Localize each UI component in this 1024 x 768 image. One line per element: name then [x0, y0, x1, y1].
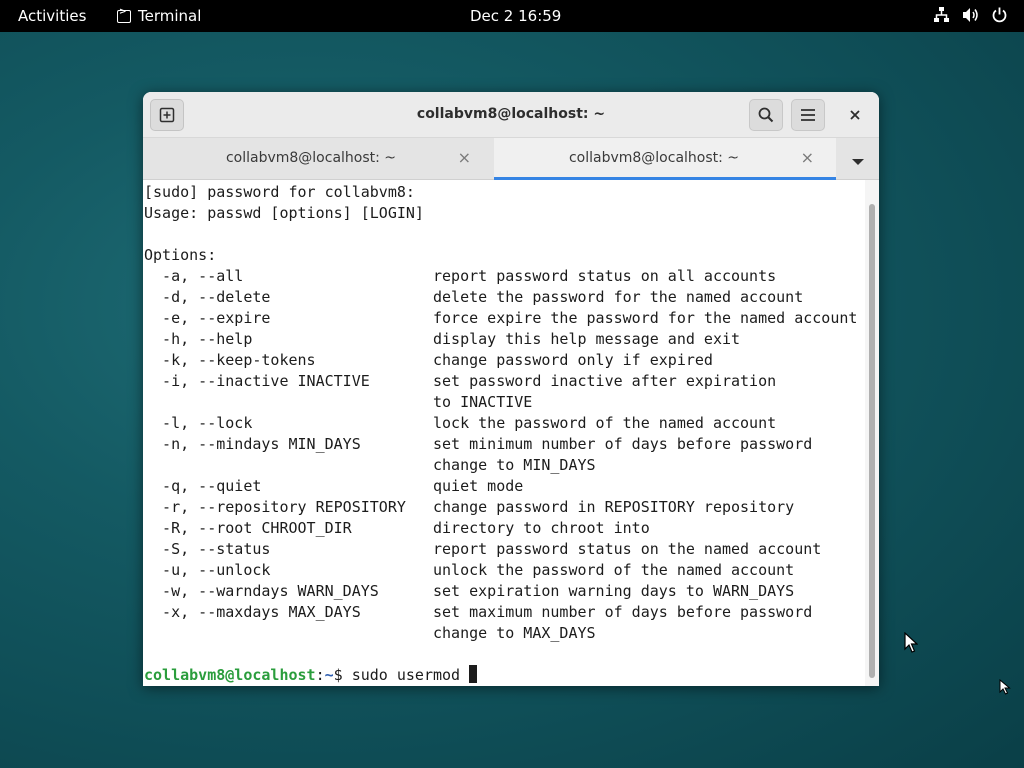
terminal-icon — [117, 7, 131, 23]
terminal-line: -i, --inactive INACTIVE set password ina… — [144, 372, 777, 390]
terminal-line: to INACTIVE — [144, 393, 533, 411]
search-icon — [758, 107, 774, 123]
terminal-line: -S, --status report password status on t… — [144, 540, 822, 558]
tab-label: collabvm8@localhost: ~ — [568, 150, 740, 166]
app-menu-button[interactable]: Terminal — [117, 7, 201, 25]
network-icon[interactable] — [933, 6, 950, 24]
terminal-output[interactable]: [sudo] password for collabvm8: Usage: pas… — [143, 180, 865, 686]
close-tab-icon[interactable]: × — [458, 148, 471, 167]
text-cursor — [469, 665, 478, 683]
tab-bar: collabvm8@localhost: ~ × collabvm8@local… — [143, 138, 879, 180]
terminal-line: change to MAX_DAYS — [144, 624, 596, 642]
header-bar[interactable]: collabvm8@localhost: ~ — [143, 92, 879, 138]
terminal-line: Usage: passwd [options] [LOGIN] — [144, 204, 424, 222]
terminal-line: -q, --quiet quiet mode — [144, 477, 524, 495]
activities-button[interactable]: Activities — [18, 7, 86, 25]
prompt-separator: : — [315, 666, 325, 684]
terminal-line: -a, --all report password status on all … — [144, 267, 777, 285]
terminal-line: [sudo] password for collabvm8: — [144, 183, 415, 201]
top-bar: Activities Terminal Dec 2 16:59 — [0, 0, 1024, 32]
window-close-button[interactable] — [838, 99, 872, 131]
terminal-line: -n, --mindays MIN_DAYS set minimum numbe… — [144, 435, 813, 453]
prompt-path: ~ — [324, 666, 334, 684]
terminal-window: collabvm8@localhost: ~ collabvm8@localho… — [143, 92, 879, 686]
tab-2-active[interactable]: collabvm8@localhost: ~ × — [494, 138, 836, 180]
terminal-line: -e, --expire force expire the password f… — [144, 309, 858, 327]
terminal-line: change to MIN_DAYS — [144, 456, 596, 474]
terminal-line: -R, --root CHROOT_DIR directory to chroo… — [144, 519, 650, 537]
clock[interactable]: Dec 2 16:59 — [470, 7, 561, 25]
terminal-line: -x, --maxdays MAX_DAYS set maximum numbe… — [144, 603, 813, 621]
terminal-line: -u, --unlock unlock the password of the … — [144, 561, 795, 579]
terminal-line: -r, --repository REPOSITORY change passw… — [144, 498, 795, 516]
mouse-pointer-icon — [904, 632, 918, 653]
tab-1[interactable]: collabvm8@localhost: ~ × — [151, 138, 493, 180]
terminal-line: -d, --delete delete the password for the… — [144, 288, 804, 306]
terminal-line: -h, --help display this help message and… — [144, 330, 741, 348]
main-menu-button[interactable] — [791, 99, 825, 131]
app-name: Terminal — [138, 7, 202, 25]
search-button[interactable] — [749, 99, 783, 131]
command-input[interactable]: sudo usermod — [352, 666, 469, 684]
prompt-symbol: $ — [333, 666, 352, 684]
volume-icon[interactable] — [962, 6, 979, 24]
terminal-text: [sudo] password for collabvm8: Usage: pas… — [144, 182, 857, 686]
terminal-line: -l, --lock lock the password of the name… — [144, 414, 777, 432]
terminal-line: Options: — [144, 246, 217, 264]
close-icon — [850, 110, 860, 120]
system-tray[interactable] — [933, 6, 1008, 24]
scrollbar[interactable] — [865, 180, 879, 686]
close-tab-icon[interactable]: × — [801, 148, 814, 167]
terminal-line: -k, --keep-tokens change password only i… — [144, 351, 713, 369]
hamburger-menu-icon — [801, 109, 815, 121]
prompt-user: collabvm8@localhost — [144, 666, 316, 684]
power-icon[interactable] — [991, 6, 1008, 24]
tab-label: collabvm8@localhost: ~ — [225, 150, 397, 166]
mouse-pointer-icon — [999, 679, 1011, 695]
prompt-line[interactable]: collabvm8@localhost:~$ sudo usermod — [144, 665, 857, 686]
terminal-line: -w, --warndays WARN_DAYS set expiration … — [144, 582, 795, 600]
chevron-down-icon[interactable] — [851, 152, 865, 171]
scrollbar-thumb[interactable] — [869, 204, 875, 678]
